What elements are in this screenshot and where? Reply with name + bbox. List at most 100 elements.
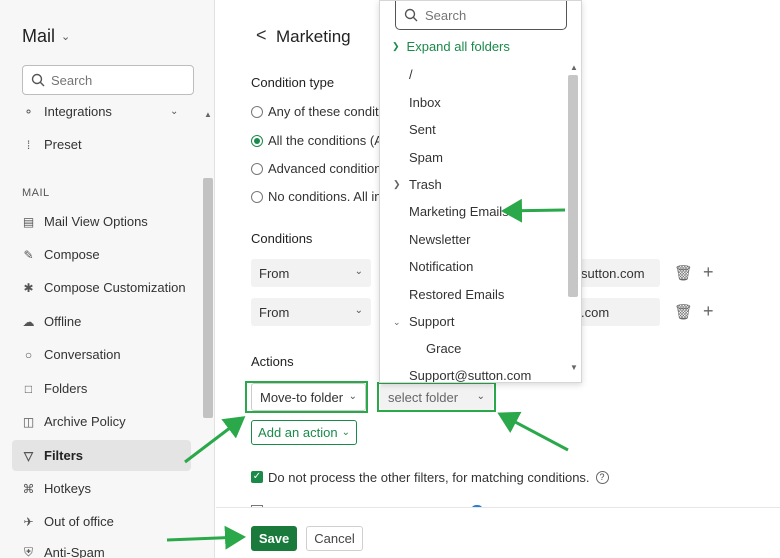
folder-search-input[interactable] [425,7,555,23]
radio-label: All the conditions (AN [268,133,393,148]
button-label: Add an action [258,425,338,440]
cancel-button[interactable]: Cancel [306,526,363,551]
chevron-down-icon[interactable]: ⌄ [393,317,401,328]
folder-item[interactable]: Inbox [409,95,441,110]
folder-item[interactable]: Trash [409,177,442,192]
chevron-right-icon[interactable]: ❯ [393,179,401,190]
search-icon [31,73,45,87]
search-icon [404,8,418,22]
condition-field-select[interactable]: From ⌄ [251,259,371,287]
folder-dropdown-scrollbar[interactable] [568,75,578,297]
sidebar-item-label: Conversation [44,347,121,362]
folder-dropdown: ❯ Expand all folders / Inbox Sent Spam ❯… [379,0,582,383]
do-not-process-option: Do not process the other filters, for ma… [268,470,609,485]
sidebar-item-archive-policy[interactable]: ◫ Archive Policy [12,406,191,437]
sidebar-search[interactable] [22,65,194,95]
add-icon[interactable]: + [703,301,714,322]
settings-sidebar: Mail ⌄ ⚬ Integrations ⌄ ⁞ Preset MAIL ▤ … [0,0,215,558]
sidebar-item-offline[interactable]: ☁ Offline [12,306,191,337]
radio-no-conditions[interactable]: No conditions. All inco [251,189,395,204]
folder-item[interactable]: Restored Emails [409,287,504,302]
scroll-down-arrow-icon[interactable]: ▼ [570,363,578,372]
expand-all-folders-link[interactable]: ❯ Expand all folders [392,39,510,54]
help-icon[interactable]: ? [595,471,609,484]
sidebar-item-label: Mail View Options [44,214,148,229]
footer-bar [216,507,780,558]
page-title: Marketing [276,27,351,46]
archive-icon: ◫ [22,414,35,429]
chevron-down-icon: ⌄ [354,266,363,277]
sidebar-item-compose-customization[interactable]: ✱ Compose Customization [12,272,191,303]
select-value: From [259,304,290,320]
folder-icon: □ [24,381,33,396]
save-button[interactable]: Save [251,526,297,551]
folder-item[interactable]: Sent [409,122,436,137]
radio-button[interactable] [251,162,263,175]
sidebar-item-conversation[interactable]: ○ Conversation [12,339,191,370]
sidebar-scrollbar[interactable] [203,178,213,418]
customize-icon: ✱ [23,280,34,295]
folder-item[interactable]: Grace [426,341,461,356]
highlight-box [377,382,496,412]
sidebar-item-integrations[interactable]: ⚬ Integrations ⌄ [12,96,191,127]
radio-button[interactable] [251,190,263,203]
chevron-down-icon: ⌄ [170,106,179,117]
radio-button[interactable] [251,134,263,147]
sidebar-item-compose[interactable]: ✎ Compose [12,239,191,270]
sidebar-item-label: Archive Policy [44,414,126,429]
trash-icon[interactable]: 🗑 [674,303,693,321]
sidebar-item-preset[interactable]: ⁞ Preset [12,129,191,160]
sidebar-item-label: Out of office [44,514,114,529]
sidebar-item-anti-spam[interactable]: ⛨ Anti-Spam [12,537,191,558]
folder-item[interactable]: Support [409,314,455,329]
shield-icon: ⛨ [23,545,33,558]
sidebar-section-mail: MAIL [22,187,50,199]
folder-item[interactable]: Notification [409,259,473,274]
select-value: From [259,265,290,281]
condition-value-input[interactable]: .com [573,298,660,326]
scroll-up-arrow-icon[interactable]: ▲ [204,110,212,119]
app-switcher[interactable]: Mail ⌄ [22,26,70,47]
folder-item-marketing-emails[interactable]: Marketing Emails [409,204,509,219]
add-icon[interactable]: + [703,262,714,283]
folder-item[interactable]: / [409,67,413,82]
trash-icon[interactable]: 🗑 [674,264,693,282]
radio-any-conditions[interactable]: Any of these conditio [251,104,389,119]
folder-item[interactable]: Newsletter [409,232,470,247]
layout-icon: ▤ [22,214,35,229]
sidebar-item-hotkeys[interactable]: ⌘ Hotkeys [12,473,191,504]
sidebar-item-label: Anti-Spam [44,545,105,558]
filter-icon: ▽ [23,448,34,463]
highlight-box [245,381,368,413]
sidebar-item-out-of-office[interactable]: ✈ Out of office [12,506,191,537]
back-icon[interactable]: < [256,25,267,46]
sidebar-item-mail-view-options[interactable]: ▤ Mail View Options [12,206,191,237]
radio-all-conditions[interactable]: All the conditions (AN [251,133,392,148]
folder-item[interactable]: Spam [409,150,443,165]
sidebar-item-label: Preset [44,137,82,152]
plane-icon: ✈ [23,514,34,529]
folder-item[interactable]: Support@sutton.com [409,368,531,382]
radio-button[interactable] [251,105,263,118]
condition-value-input[interactable]: sutton.com [573,259,660,287]
sidebar-item-folders[interactable]: □ Folders [12,373,191,404]
edit-icon: ✎ [23,247,34,262]
add-action-button[interactable]: Add an action ⌄ [251,420,357,445]
folder-search[interactable] [395,1,567,30]
plug-icon: ⚬ [23,104,34,119]
condition-type-label: Condition type [251,75,335,90]
sidebar-item-filters[interactable]: ▽ Filters [12,440,191,471]
sliders-icon: ⁞ [26,137,31,152]
do-not-process-checkbox[interactable]: ✓ [251,471,263,483]
radio-advanced-conditions[interactable]: Advanced conditions [251,161,388,176]
condition-field-select[interactable]: From ⌄ [251,298,371,326]
sidebar-item-label: Filters [44,448,84,463]
input-value: .com [581,304,610,320]
sidebar-item-label: Integrations [44,104,112,119]
sidebar-search-input[interactable] [51,72,181,88]
cloud-off-icon: ☁ [22,314,35,329]
scroll-up-arrow-icon[interactable]: ▲ [570,63,578,72]
checkbox-label: Do not process the other filters, for ma… [268,470,590,485]
chevron-right-icon: ❯ [392,41,400,51]
radio-label: Advanced conditions [268,161,388,176]
